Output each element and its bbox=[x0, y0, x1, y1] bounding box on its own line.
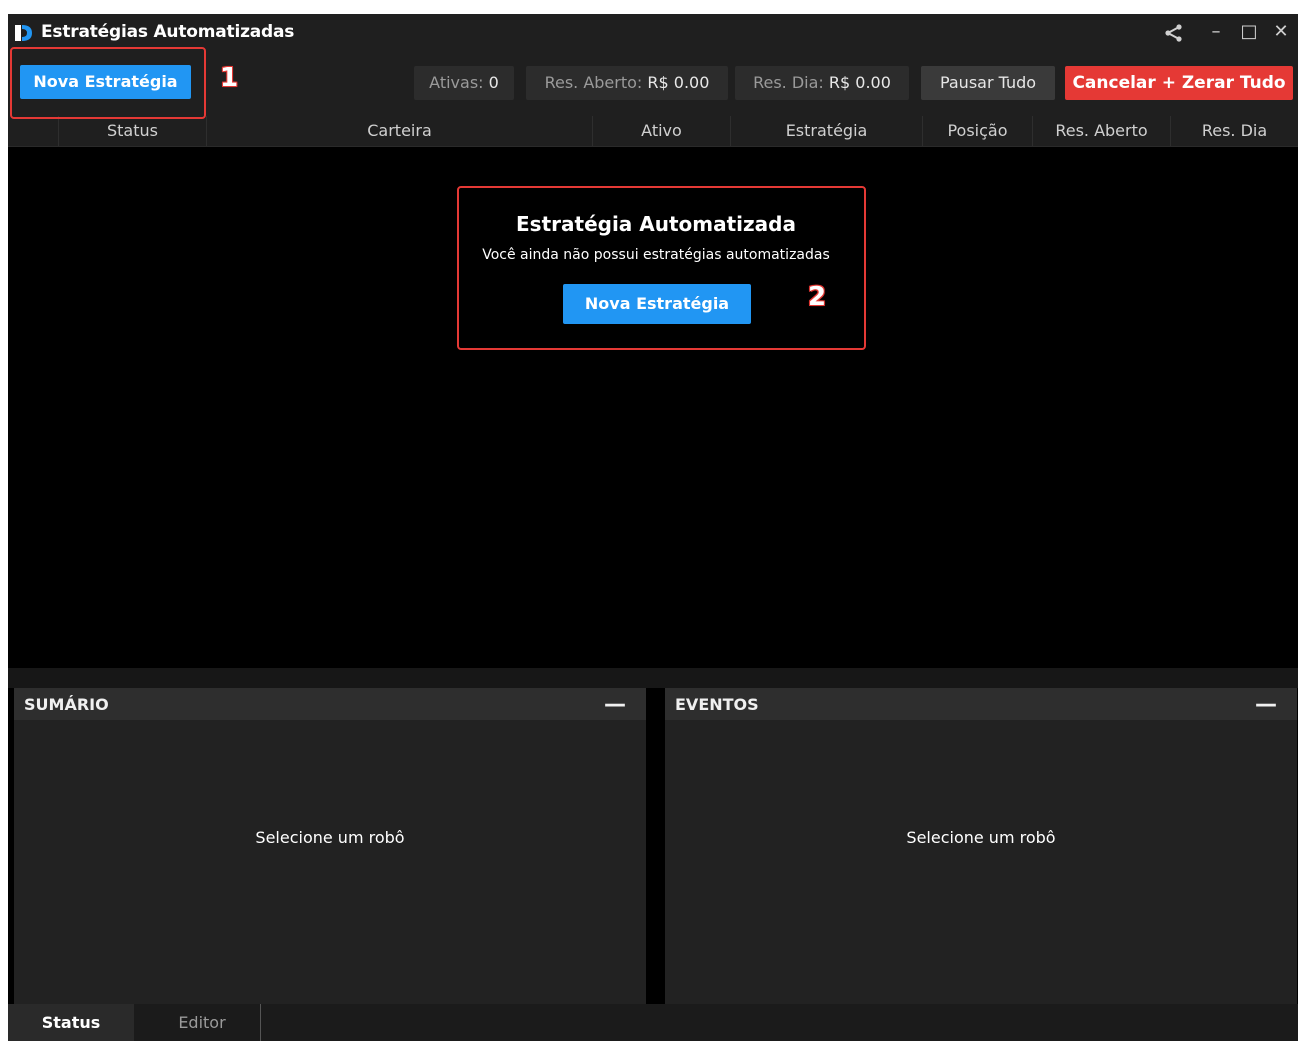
events-panel: EVENTOS — Selecione um robô bbox=[665, 688, 1297, 1004]
open-result-indicator: Res. Aberto: R$ 0.00 bbox=[526, 66, 728, 100]
column-header-select[interactable] bbox=[8, 116, 58, 146]
open-result-label: Res. Aberto: bbox=[544, 73, 643, 92]
table-header: Status Carteira Ativo Estratégia Posição… bbox=[8, 116, 1298, 147]
active-value: 0 bbox=[488, 73, 499, 92]
summary-panel-header: SUMÁRIO — bbox=[14, 688, 646, 720]
column-header-posicao[interactable]: Posição bbox=[922, 116, 1032, 146]
strategies-window: Estratégias Automatizadas – □ ✕ Nova Est… bbox=[8, 14, 1298, 1041]
open-result-value: R$ 0.00 bbox=[647, 73, 710, 92]
share-icon[interactable] bbox=[1164, 23, 1184, 43]
highlight-box-2 bbox=[457, 186, 866, 350]
minimize-icon[interactable]: – bbox=[1203, 19, 1229, 45]
column-header-status[interactable]: Status bbox=[58, 116, 206, 146]
window-title: Estratégias Automatizadas bbox=[41, 22, 295, 42]
tab-editor[interactable]: Editor bbox=[144, 1004, 261, 1041]
annotation-marker-1: 1 bbox=[220, 63, 239, 93]
app-logo-icon bbox=[15, 25, 32, 41]
column-header-estrategia[interactable]: Estratégia bbox=[730, 116, 922, 146]
column-header-res-dia[interactable]: Res. Dia bbox=[1170, 116, 1298, 146]
day-result-label: Res. Dia: bbox=[753, 73, 824, 92]
events-panel-title: EVENTOS bbox=[675, 695, 759, 714]
events-collapse-icon[interactable]: — bbox=[1255, 692, 1277, 717]
day-result-indicator: Res. Dia: R$ 0.00 bbox=[735, 66, 909, 100]
tab-status[interactable]: Status bbox=[8, 1004, 134, 1041]
events-placeholder: Selecione um robô bbox=[906, 828, 1056, 847]
summary-placeholder: Selecione um robô bbox=[255, 828, 405, 847]
day-result-value: R$ 0.00 bbox=[828, 73, 891, 92]
events-panel-header: EVENTOS — bbox=[665, 688, 1297, 720]
summary-panel: SUMÁRIO — Selecione um robô bbox=[14, 688, 646, 1004]
pause-all-button[interactable]: Pausar Tudo bbox=[921, 66, 1055, 100]
annotation-marker-2: 2 bbox=[808, 282, 827, 312]
highlight-box-1 bbox=[10, 47, 206, 119]
cancel-and-reset-all-button[interactable]: Cancelar + Zerar Tudo bbox=[1065, 66, 1293, 100]
maximize-icon[interactable]: □ bbox=[1236, 19, 1262, 45]
summary-panel-title: SUMÁRIO bbox=[24, 695, 109, 714]
bottom-tab-bar: Status Editor bbox=[8, 1004, 1298, 1041]
column-header-carteira[interactable]: Carteira bbox=[206, 116, 592, 146]
close-icon[interactable]: ✕ bbox=[1268, 19, 1294, 45]
summary-collapse-icon[interactable]: — bbox=[604, 692, 626, 717]
active-label: Ativas: bbox=[429, 73, 484, 92]
column-header-ativo[interactable]: Ativo bbox=[592, 116, 730, 146]
active-count-indicator: Ativas: 0 bbox=[414, 66, 514, 100]
column-header-res-aberto[interactable]: Res. Aberto bbox=[1032, 116, 1170, 146]
splitter[interactable] bbox=[8, 668, 1298, 688]
